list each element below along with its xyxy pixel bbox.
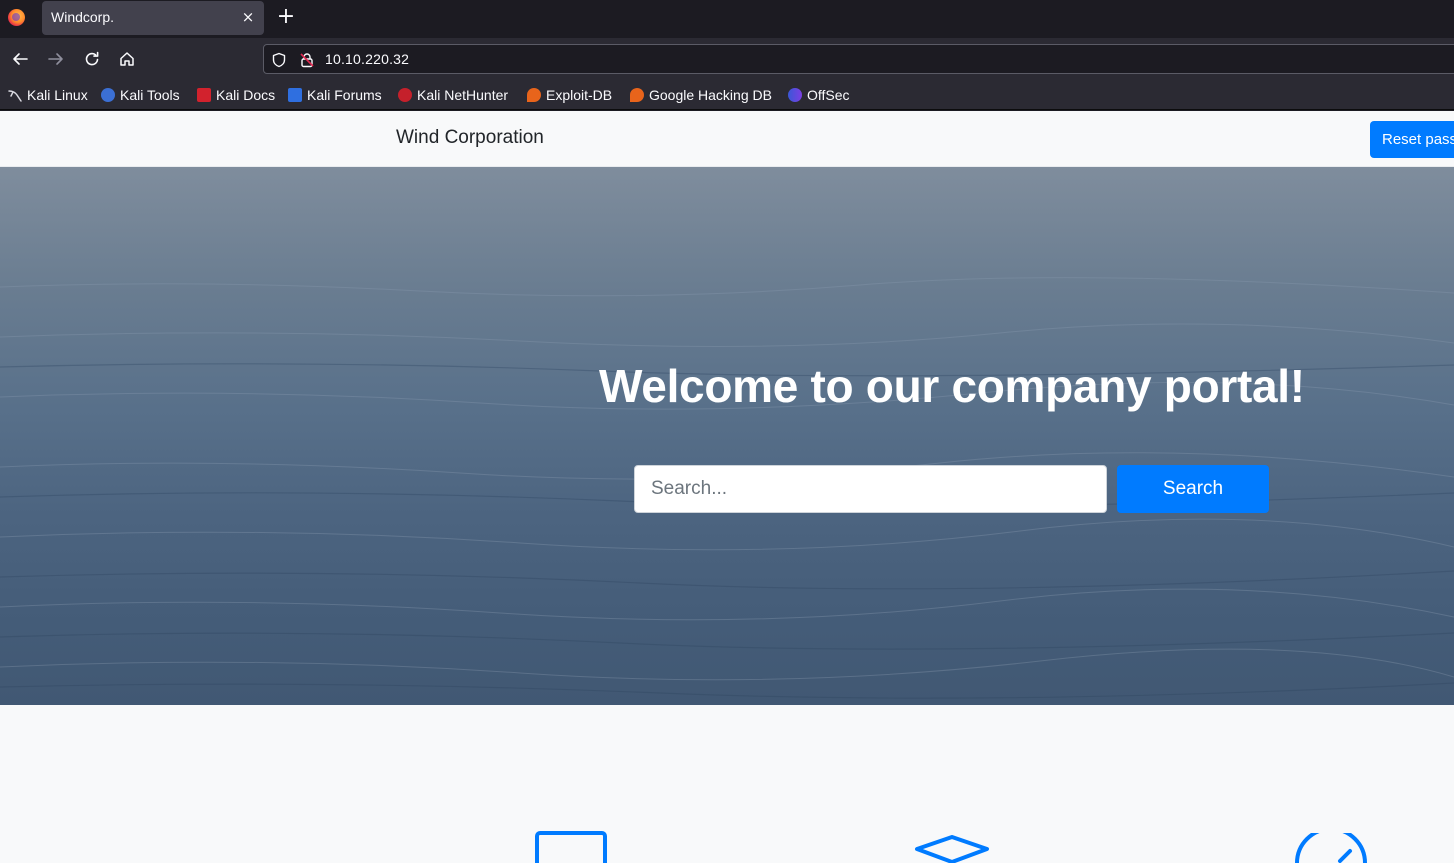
bookmark-label: Kali NetHunter: [417, 87, 509, 103]
hero-title: Welcome to our company portal!: [599, 360, 1305, 412]
stack-layers-icon: [915, 835, 989, 863]
firefox-icon: [8, 9, 25, 26]
hero-section: Welcome to our company portal! Search: [0, 167, 1454, 705]
reset-password-button[interactable]: Reset password: [1370, 121, 1454, 158]
url-bar[interactable]: 10.10.220.32: [263, 44, 1454, 74]
bookmark-kali-tools[interactable]: Kali Tools: [101, 86, 180, 104]
reload-icon: [85, 51, 99, 66]
site-brand[interactable]: Wind Corporation: [396, 127, 544, 149]
ghdb-icon: [630, 88, 644, 102]
bookmark-kali-nethunter[interactable]: Kali NetHunter: [398, 86, 508, 104]
tab-title: Windcorp.: [51, 9, 115, 25]
offsec-icon: [788, 88, 802, 102]
bookmark-label: Google Hacking DB: [649, 87, 772, 103]
reload-button[interactable]: [81, 48, 103, 70]
bookmark-label: Kali Docs: [216, 87, 276, 103]
bookmark-label: Kali Tools: [120, 87, 180, 103]
browser-tab[interactable]: Windcorp. ×: [42, 1, 264, 35]
kali-dragon-icon: [8, 88, 22, 102]
bookmark-kali-docs[interactable]: Kali Docs: [197, 86, 275, 104]
new-tab-button[interactable]: +: [275, 5, 297, 29]
kali-docs-icon: [197, 88, 211, 102]
bookmark-label: Kali Forums: [307, 87, 382, 103]
exploit-db-icon: [527, 88, 541, 102]
bookmark-label: OffSec: [807, 87, 850, 103]
bookmark-kali-linux[interactable]: Kali Linux: [8, 86, 88, 104]
bookmark-label: Exploit-DB: [546, 87, 613, 103]
site-navbar: Wind Corporation Reset password: [0, 111, 1454, 167]
sea-background-image: [0, 277, 1454, 699]
forward-button[interactable]: [45, 48, 67, 70]
bookmark-label: Kali Linux: [27, 87, 88, 103]
bookmarks-toolbar: Kali Linux Kali Tools Kali Docs Kali For…: [0, 80, 1454, 110]
monitor-icon: [535, 831, 607, 863]
features-section: [0, 705, 1454, 863]
bookmark-offsec[interactable]: OffSec: [788, 86, 850, 104]
search-button[interactable]: Search: [1117, 465, 1269, 513]
web-page: Wind Corporation Reset password Welcome: [0, 111, 1454, 863]
back-button[interactable]: [9, 48, 31, 70]
forward-arrow-icon: [48, 53, 63, 65]
kali-tools-icon: [101, 88, 115, 102]
bookmark-google-hacking-db[interactable]: Google Hacking DB: [630, 86, 772, 104]
browser-nav-bar: 10.10.220.32: [0, 38, 1454, 80]
tab-close-icon[interactable]: ×: [240, 8, 256, 26]
nethunter-icon: [398, 88, 412, 102]
check-circle-icon: [1295, 833, 1367, 863]
home-button[interactable]: [116, 48, 138, 70]
search-input[interactable]: [634, 465, 1107, 513]
browser-tab-bar: Windcorp. × +: [0, 0, 1454, 38]
back-arrow-icon: [13, 53, 28, 65]
insecure-lock-icon[interactable]: [298, 51, 316, 69]
kali-forums-icon: [288, 88, 302, 102]
bookmark-exploit-db[interactable]: Exploit-DB: [527, 86, 612, 104]
shield-icon[interactable]: [270, 51, 288, 69]
bookmark-kali-forums[interactable]: Kali Forums: [288, 86, 382, 104]
url-text[interactable]: 10.10.220.32: [325, 51, 409, 67]
home-icon: [120, 52, 134, 66]
